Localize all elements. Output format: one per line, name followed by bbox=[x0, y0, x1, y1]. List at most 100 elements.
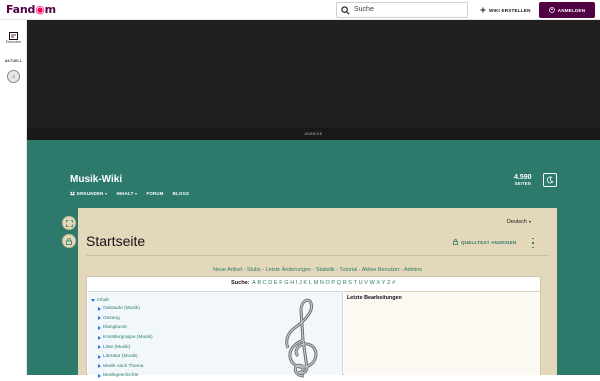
tree-item-label[interactable]: Klangkunst bbox=[103, 325, 127, 330]
alphabet-letter-link[interactable]: H bbox=[290, 280, 294, 286]
search-icon bbox=[341, 6, 350, 15]
alphabet-letter-link[interactable]: C bbox=[263, 280, 267, 286]
link-stubs[interactable]: Stubs bbox=[247, 267, 261, 273]
current-wiki-avatar[interactable]: ♫ bbox=[7, 70, 20, 83]
alphabet-letter-link[interactable]: Z bbox=[387, 280, 390, 286]
tree-item[interactable]: Künstlergruppe (Musik) bbox=[91, 333, 153, 343]
lock-icon bbox=[453, 239, 458, 245]
alphabet-letter-link[interactable]: B bbox=[257, 280, 261, 286]
user-icon bbox=[548, 7, 555, 13]
tree-item-label[interactable]: Gesang bbox=[103, 316, 120, 321]
link-active-users[interactable]: Aktive Benutzer bbox=[362, 267, 400, 273]
language-label: Deutsch bbox=[507, 219, 527, 225]
alphabet-letter-link[interactable]: F bbox=[279, 280, 282, 286]
nav-forum-label: FORUM bbox=[146, 191, 164, 196]
view-source-label: QUELLTEXT ANZEIGEN bbox=[461, 239, 517, 245]
category-tree-panel: Inhalt Gebäude (Musik) Gesang Klangkunst Kü… bbox=[88, 291, 343, 378]
nav-content[interactable]: INHALT bbox=[116, 191, 138, 196]
alphabet-letter-link[interactable]: D bbox=[268, 280, 272, 286]
expand-triangle-icon[interactable] bbox=[98, 364, 101, 369]
tree-item-label[interactable]: Liste (Musik) bbox=[103, 345, 130, 350]
alphabet-letter-link[interactable]: K bbox=[303, 280, 307, 286]
kebab-dot bbox=[532, 246, 534, 248]
alphabet-letter-link[interactable]: I bbox=[296, 280, 298, 286]
alphabet-letter-link[interactable]: M bbox=[313, 280, 318, 286]
tree-root-label[interactable]: Inhalt bbox=[97, 298, 109, 303]
alphabet-letter-link[interactable]: W bbox=[370, 280, 375, 286]
recent-edits-panel: Letzte Bearbeitungen bbox=[344, 291, 540, 375]
plus-icon bbox=[480, 7, 486, 13]
tree-item[interactable]: Literatur (Musik) bbox=[91, 352, 153, 362]
wiki-navigation: ERKUNDEN INHALT FORUM BLOGS bbox=[70, 191, 189, 196]
alphabet-letter-link[interactable]: T bbox=[354, 280, 357, 286]
create-wiki-button[interactable]: WIKI ERSTELLEN bbox=[476, 2, 535, 18]
tree-item-label[interactable]: Musik nach Thema bbox=[103, 364, 143, 369]
fandom-logo[interactable]: Fand◉m bbox=[6, 3, 56, 16]
tree-item[interactable]: Klangkunst bbox=[91, 323, 153, 333]
alphabet-letter-link[interactable]: J bbox=[299, 280, 302, 286]
link-statistics[interactable]: Statistik bbox=[316, 267, 335, 273]
ad-slot bbox=[27, 20, 600, 128]
search-placeholder: Suche bbox=[354, 6, 374, 13]
tree-item[interactable]: Musik nach Thema bbox=[91, 362, 153, 372]
expand-triangle-icon[interactable] bbox=[91, 298, 95, 302]
alphabet-letter-link[interactable]: V bbox=[364, 280, 368, 286]
expand-triangle-icon[interactable] bbox=[98, 325, 101, 330]
explore-label: Erkunden bbox=[5, 40, 22, 44]
login-button[interactable]: ANMELDEN bbox=[539, 2, 595, 18]
search-input[interactable]: Suche bbox=[336, 2, 468, 18]
more-actions-button[interactable] bbox=[531, 238, 535, 248]
tree-item-label[interactable]: Literatur (Musik) bbox=[103, 354, 138, 359]
category-tree: Inhalt Gebäude (Musik) Gesang Klangkunst Kü… bbox=[91, 296, 153, 381]
alphabet-letter-link[interactable]: Q bbox=[337, 280, 341, 286]
tree-item-label[interactable]: Künstlergruppe (Musik) bbox=[103, 335, 153, 340]
tree-item[interactable]: Gebäude (Musik) bbox=[91, 304, 153, 314]
moon-icon bbox=[546, 176, 554, 184]
expand-triangle-icon[interactable] bbox=[98, 316, 101, 321]
tree-root[interactable]: Inhalt bbox=[91, 296, 153, 304]
nav-forum[interactable]: FORUM bbox=[146, 191, 163, 196]
expand-triangle-icon[interactable] bbox=[98, 354, 101, 359]
expand-triangle-icon[interactable] bbox=[98, 345, 101, 350]
alphabet-letter-link[interactable]: # bbox=[392, 280, 395, 286]
expand-triangle-icon[interactable] bbox=[98, 335, 101, 340]
alphabet-letter-link[interactable]: R bbox=[343, 280, 347, 286]
nav-content-label: INHALT bbox=[116, 191, 134, 196]
alphabet-letter-link[interactable]: E bbox=[274, 280, 278, 286]
language-selector[interactable]: Deutsch bbox=[507, 219, 531, 225]
alphabet-letters: A B C D E F G H I J K L M N O P Q R S T U V W X Y Z # bbox=[251, 280, 396, 286]
link-admins[interactable]: Admins bbox=[404, 267, 422, 273]
expand-triangle-icon[interactable] bbox=[98, 306, 101, 311]
wiki-title[interactable]: Musik-Wiki bbox=[70, 174, 122, 185]
tree-item-label[interactable]: Musikgeschichte bbox=[103, 373, 138, 378]
alphabet-letter-link[interactable]: G bbox=[284, 280, 288, 286]
lock-button[interactable] bbox=[62, 234, 76, 248]
alphabet-letter-link[interactable]: A bbox=[252, 280, 256, 286]
alphabet-letter-link[interactable]: S bbox=[348, 280, 352, 286]
tree-item[interactable]: Musikgeschichte bbox=[91, 371, 153, 381]
alphabet-letter-link[interactable]: O bbox=[325, 280, 329, 286]
alphabet-letter-link[interactable]: P bbox=[331, 280, 335, 286]
nav-explore[interactable]: ERKUNDEN bbox=[70, 191, 108, 196]
tree-item-label[interactable]: Gebäude (Musik) bbox=[103, 306, 140, 311]
global-navigation: Fand◉m Suche WIKI ERSTELLEN ANMELDEN bbox=[0, 0, 600, 20]
alphabet-letter-link[interactable]: L bbox=[309, 280, 312, 286]
link-new-articles[interactable]: Neue Artikel bbox=[213, 267, 242, 273]
tree-item[interactable]: Liste (Musik) bbox=[91, 342, 153, 352]
link-recent-changes[interactable]: Letzte Änderungen bbox=[266, 267, 312, 273]
tree-item[interactable]: Gesang bbox=[91, 314, 153, 324]
alphabet-letter-link[interactable]: X bbox=[376, 280, 380, 286]
nav-blogs[interactable]: BLOGS bbox=[173, 191, 190, 196]
page-count: 4.590 bbox=[514, 174, 532, 181]
alphabet-letter-link[interactable]: U bbox=[359, 280, 363, 286]
page-count-label: SEITEN bbox=[514, 181, 531, 186]
nav-blogs-label: BLOGS bbox=[172, 191, 190, 196]
theme-toggle-button[interactable] bbox=[543, 173, 557, 187]
fullscreen-button[interactable] bbox=[62, 216, 76, 230]
view-source-button[interactable]: QUELLTEXT ANZEIGEN bbox=[453, 239, 516, 245]
link-tutorial[interactable]: Tutorial bbox=[339, 267, 357, 273]
logo-o-glyph: ◉ bbox=[35, 3, 45, 16]
alphabet-letter-link[interactable]: Y bbox=[382, 280, 386, 286]
logo-text-end: m bbox=[44, 3, 56, 16]
alphabet-letter-link[interactable]: N bbox=[320, 280, 324, 286]
